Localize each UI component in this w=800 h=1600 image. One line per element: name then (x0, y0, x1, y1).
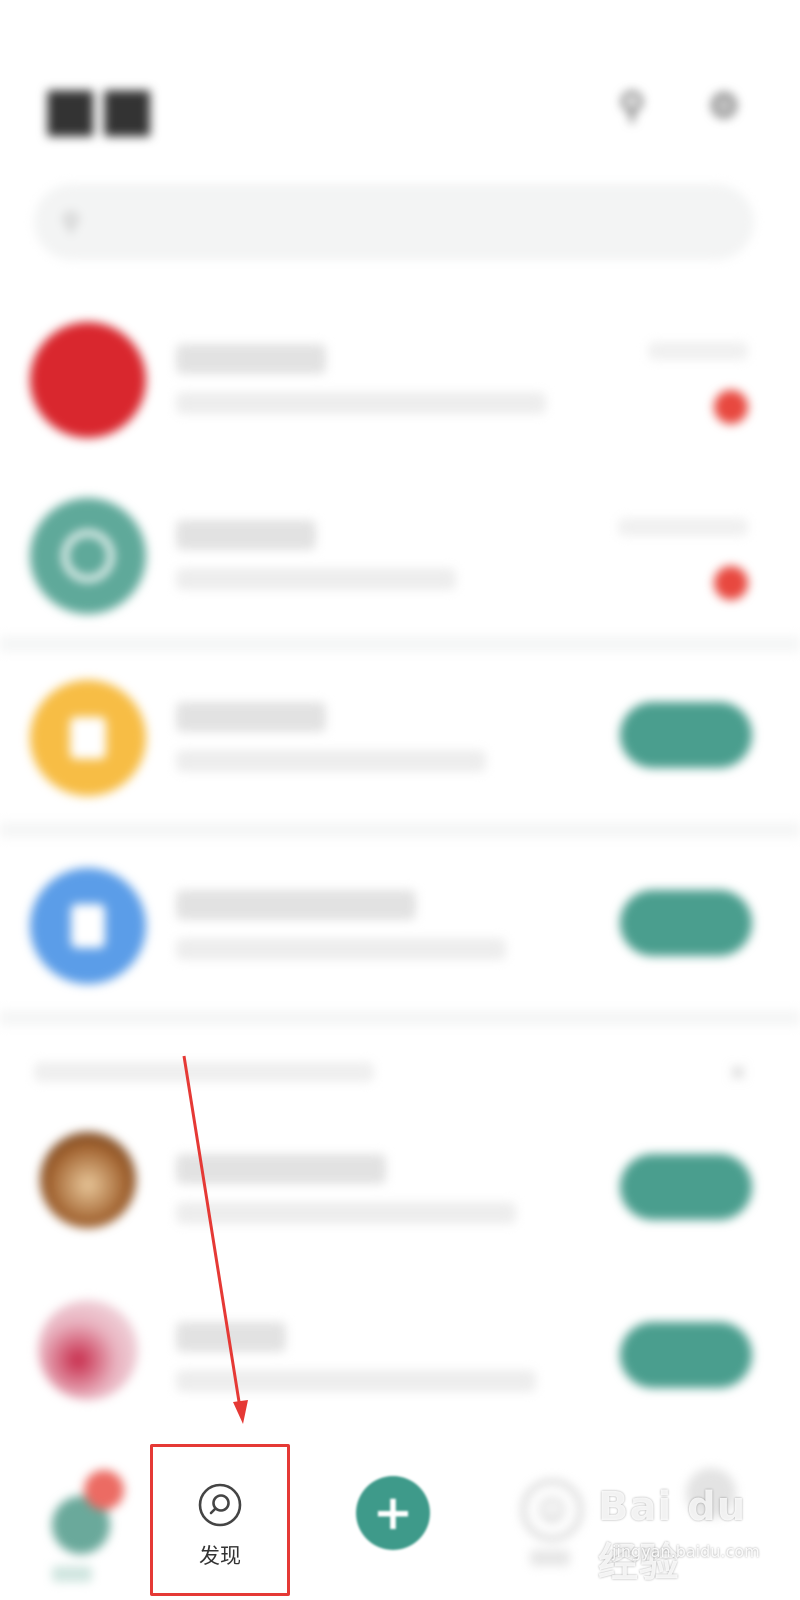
avatar (38, 1300, 138, 1400)
action-button[interactable] (620, 702, 752, 768)
close-icon[interactable]: × (728, 1058, 748, 1086)
row-title (176, 344, 326, 374)
list-item[interactable] (0, 1300, 800, 1450)
contacts-icon[interactable]: ⚲ (608, 82, 656, 130)
row-subtitle (176, 568, 456, 590)
create-post-button[interactable]: + (356, 1476, 430, 1550)
avatar (30, 498, 146, 614)
search-bar[interactable]: ⚲ (34, 184, 754, 260)
list-item[interactable] (0, 322, 800, 472)
tab-discover-label: 发现 (199, 1544, 241, 1568)
avatar (30, 680, 146, 796)
row-subtitle (176, 392, 546, 414)
watermark-url: jingyan.baidu.com (612, 1542, 760, 1561)
messages-tab-icon[interactable]: ☺ (522, 1480, 582, 1540)
list-item[interactable] (0, 1132, 800, 1282)
follow-button[interactable] (620, 1154, 752, 1220)
gear-icon[interactable]: ⚙ (700, 82, 748, 130)
action-button[interactable] (620, 890, 752, 956)
section-separator (0, 636, 800, 652)
watermark: Bai du 经验 jingyan.baidu.com (598, 1478, 778, 1588)
home-tab-label (52, 1566, 92, 1582)
section-label (34, 1062, 374, 1082)
row-subtitle (176, 750, 486, 772)
tab-discover[interactable]: 发现 (150, 1444, 290, 1594)
row-subtitle (176, 1202, 516, 1224)
row-time (618, 518, 748, 536)
avatar (40, 1132, 136, 1228)
messages-tab-label (530, 1550, 570, 1566)
row-title (176, 702, 326, 732)
row-title (176, 520, 316, 550)
page-title: ■■ (42, 74, 156, 144)
notification-badge (84, 1470, 124, 1510)
unread-badge (714, 566, 748, 600)
follow-button[interactable] (620, 1322, 752, 1388)
list-item[interactable] (0, 498, 800, 648)
plus-icon: + (372, 1485, 414, 1541)
row-title (176, 1154, 386, 1184)
status-bar (0, 0, 800, 50)
row-title (176, 890, 416, 920)
row-subtitle (176, 938, 506, 960)
avatar (30, 868, 146, 984)
watermark-brand: Bai du 经验 (598, 1484, 747, 1586)
row-title (176, 1322, 286, 1352)
row-subtitle (176, 1370, 536, 1392)
section-separator (0, 1010, 800, 1026)
list-item[interactable] (0, 868, 800, 1018)
blurred-screen: ■■ ⚲ ⚙ ⚲ × (0, 0, 800, 1470)
search-icon: ⚲ (62, 208, 80, 236)
row-time (648, 342, 748, 360)
unread-badge (714, 390, 748, 424)
section-separator (0, 822, 800, 838)
list-item[interactable] (0, 680, 800, 830)
compass-search-icon (198, 1483, 242, 1527)
avatar (30, 322, 146, 438)
